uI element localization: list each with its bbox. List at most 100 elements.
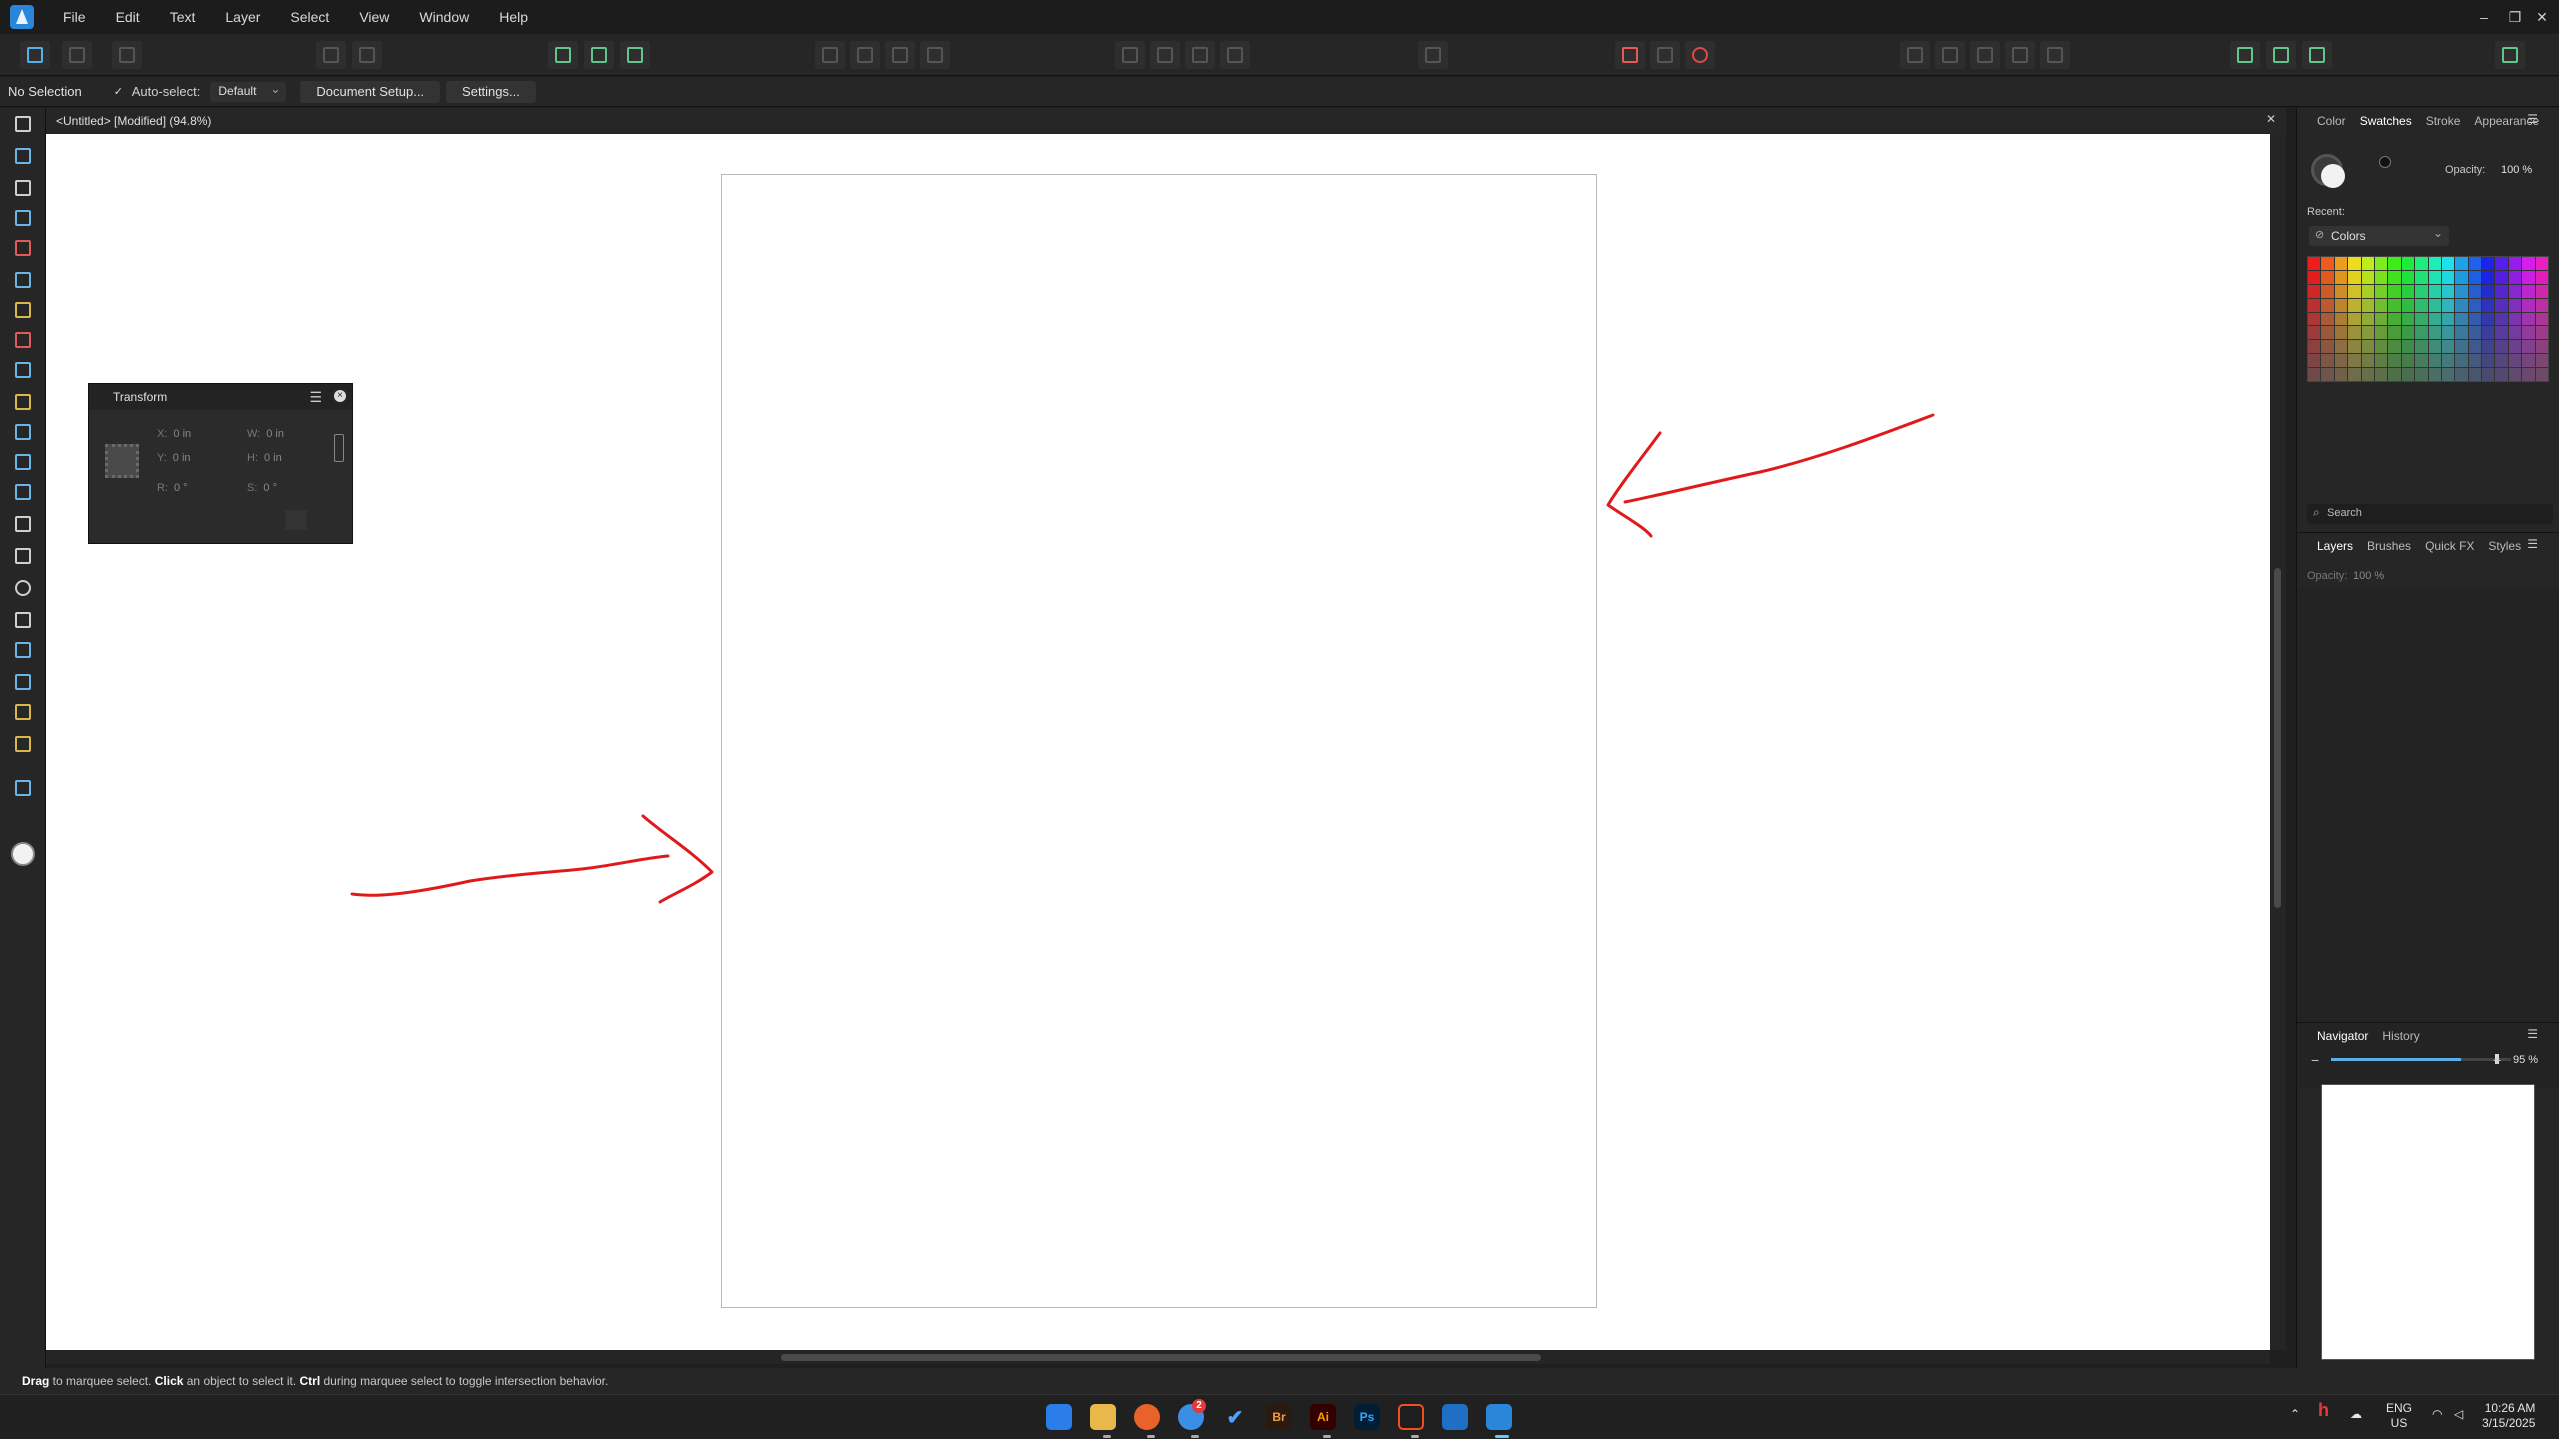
color-swatch[interactable] xyxy=(2374,340,2388,354)
color-swatch[interactable] xyxy=(2441,340,2455,354)
pen-tool-icon[interactable] xyxy=(13,270,33,290)
color-swatch[interactable] xyxy=(2321,284,2334,298)
text-tool-icon[interactable] xyxy=(13,672,33,692)
color-swatch[interactable] xyxy=(2428,298,2441,312)
transform-panel[interactable]: Transform ☰ × X: 0 in Y: 0 in W: 0 in H: 0 i… xyxy=(88,383,353,544)
color-swatch[interactable] xyxy=(2321,340,2334,354)
panel-menu-icon[interactable]: ☰ xyxy=(2527,1027,2538,1041)
color-swatch[interactable] xyxy=(2495,368,2508,381)
color-swatch[interactable] xyxy=(2321,312,2334,326)
color-swatch[interactable] xyxy=(2388,298,2401,312)
color-swatch[interactable] xyxy=(2321,257,2334,270)
color-swatch[interactable] xyxy=(2468,326,2482,340)
affinity-designer-logo-icon[interactable] xyxy=(10,5,34,29)
photoshop-icon[interactable]: Ps xyxy=(1354,1404,1380,1430)
color-swatch[interactable] xyxy=(2508,270,2522,284)
color-swatch[interactable] xyxy=(2348,326,2361,340)
assistant-options-icon[interactable] xyxy=(2266,41,2296,69)
arrange-icon[interactable] xyxy=(1418,41,1448,69)
color-swatch[interactable] xyxy=(2348,354,2361,368)
color-swatch[interactable] xyxy=(2468,340,2482,354)
auto-select-checkbox[interactable]: ✓ Auto-select: xyxy=(114,84,201,99)
menu-window[interactable]: Window xyxy=(404,0,484,34)
tray-overflow-chevron-icon[interactable]: ⌃ xyxy=(2290,1407,2300,1422)
menu-edit[interactable]: Edit xyxy=(101,0,155,34)
color-swatch[interactable] xyxy=(2468,298,2482,312)
color-swatch[interactable] xyxy=(2401,298,2415,312)
color-swatch[interactable] xyxy=(2361,326,2374,340)
color-swatch[interactable] xyxy=(2495,284,2508,298)
color-swatch[interactable] xyxy=(2441,284,2455,298)
color-swatch[interactable] xyxy=(2522,312,2535,326)
swatch-grid[interactable] xyxy=(2307,256,2549,382)
color-swatch[interactable] xyxy=(2348,284,2361,298)
vscode-icon[interactable] xyxy=(1442,1404,1468,1430)
fill-color-circle[interactable] xyxy=(2321,164,2345,188)
fill-tool-icon[interactable] xyxy=(13,360,33,380)
zoom-slider[interactable] xyxy=(2331,1054,2499,1064)
color-swatch[interactable] xyxy=(2482,298,2495,312)
color-picker-tool-icon[interactable] xyxy=(13,702,33,722)
align-left-icon[interactable] xyxy=(1115,41,1145,69)
document-icon[interactable] xyxy=(316,41,346,69)
color-swatch[interactable] xyxy=(2508,312,2522,326)
color-swatch[interactable] xyxy=(2348,368,2361,381)
color-swatch[interactable] xyxy=(2522,257,2535,270)
color-swatch[interactable] xyxy=(2428,368,2441,381)
tab-stroke[interactable]: Stroke xyxy=(2426,114,2461,128)
vertical-scroll-thumb[interactable] xyxy=(2274,568,2281,908)
messaging-app-icon[interactable]: 2 xyxy=(1178,1399,1206,1430)
transform-options-icon[interactable] xyxy=(285,510,307,530)
artboard-page[interactable] xyxy=(721,174,1597,1308)
color-swatch[interactable] xyxy=(2308,354,2321,368)
color-swatch[interactable] xyxy=(2308,270,2321,284)
tab-swatches[interactable]: Swatches xyxy=(2360,114,2412,128)
zoom-value[interactable]: 95 % xyxy=(2513,1054,2538,1066)
color-swatch[interactable] xyxy=(2535,257,2548,270)
tab-layers[interactable]: Layers xyxy=(2317,539,2353,553)
anchor-point-selector[interactable] xyxy=(105,444,139,478)
selection-mode-3-icon[interactable] xyxy=(620,41,650,69)
y-field[interactable]: Y: 0 in xyxy=(157,452,191,464)
color-swatch[interactable] xyxy=(2415,340,2428,354)
fill-color-well[interactable] xyxy=(11,842,35,866)
color-swatch[interactable] xyxy=(2374,270,2388,284)
color-swatch[interactable] xyxy=(2388,326,2401,340)
color-swatch[interactable] xyxy=(2374,257,2388,270)
color-swatch[interactable] xyxy=(2441,326,2455,340)
color-swatch[interactable] xyxy=(2321,270,2334,284)
paint-brush-tool-icon[interactable] xyxy=(13,392,33,412)
color-swatch[interactable] xyxy=(2441,312,2455,326)
color-swatch[interactable] xyxy=(2468,257,2482,270)
shape-tool-icon[interactable] xyxy=(13,640,33,660)
color-swatch[interactable] xyxy=(2361,298,2374,312)
transform-origin-icon[interactable] xyxy=(1900,41,1930,69)
crop-tool-icon[interactable] xyxy=(13,514,33,534)
tab-history[interactable]: History xyxy=(2382,1029,2419,1043)
color-swatch[interactable] xyxy=(2361,312,2374,326)
color-swatch[interactable] xyxy=(2535,326,2548,340)
rectangle-tool-icon[interactable] xyxy=(13,546,33,566)
bridge-icon[interactable]: Br xyxy=(1266,1404,1292,1430)
color-swatch[interactable] xyxy=(2334,257,2348,270)
tab-brushes[interactable]: Brushes xyxy=(2367,539,2411,553)
color-swatch[interactable] xyxy=(2321,354,2334,368)
color-swatch[interactable] xyxy=(2495,312,2508,326)
menu-help[interactable]: Help xyxy=(484,0,543,34)
place-image-tool-icon[interactable] xyxy=(13,482,33,502)
color-swatch[interactable] xyxy=(2522,340,2535,354)
color-swatch[interactable] xyxy=(2535,284,2548,298)
color-swatch[interactable] xyxy=(2415,326,2428,340)
panel-menu-icon[interactable]: ☰ xyxy=(2527,537,2538,551)
color-swatch[interactable] xyxy=(2455,284,2468,298)
color-swatch[interactable] xyxy=(2468,354,2482,368)
color-swatch[interactable] xyxy=(2535,312,2548,326)
figma-icon[interactable] xyxy=(1398,1404,1424,1430)
color-swatch[interactable] xyxy=(2455,368,2468,381)
account-icon[interactable] xyxy=(2495,41,2525,69)
color-swatch[interactable] xyxy=(2455,326,2468,340)
rounded-rectangle-tool-icon[interactable] xyxy=(13,610,33,630)
color-swatch[interactable] xyxy=(2348,340,2361,354)
color-swatch[interactable] xyxy=(2334,270,2348,284)
color-swatch[interactable] xyxy=(2495,340,2508,354)
